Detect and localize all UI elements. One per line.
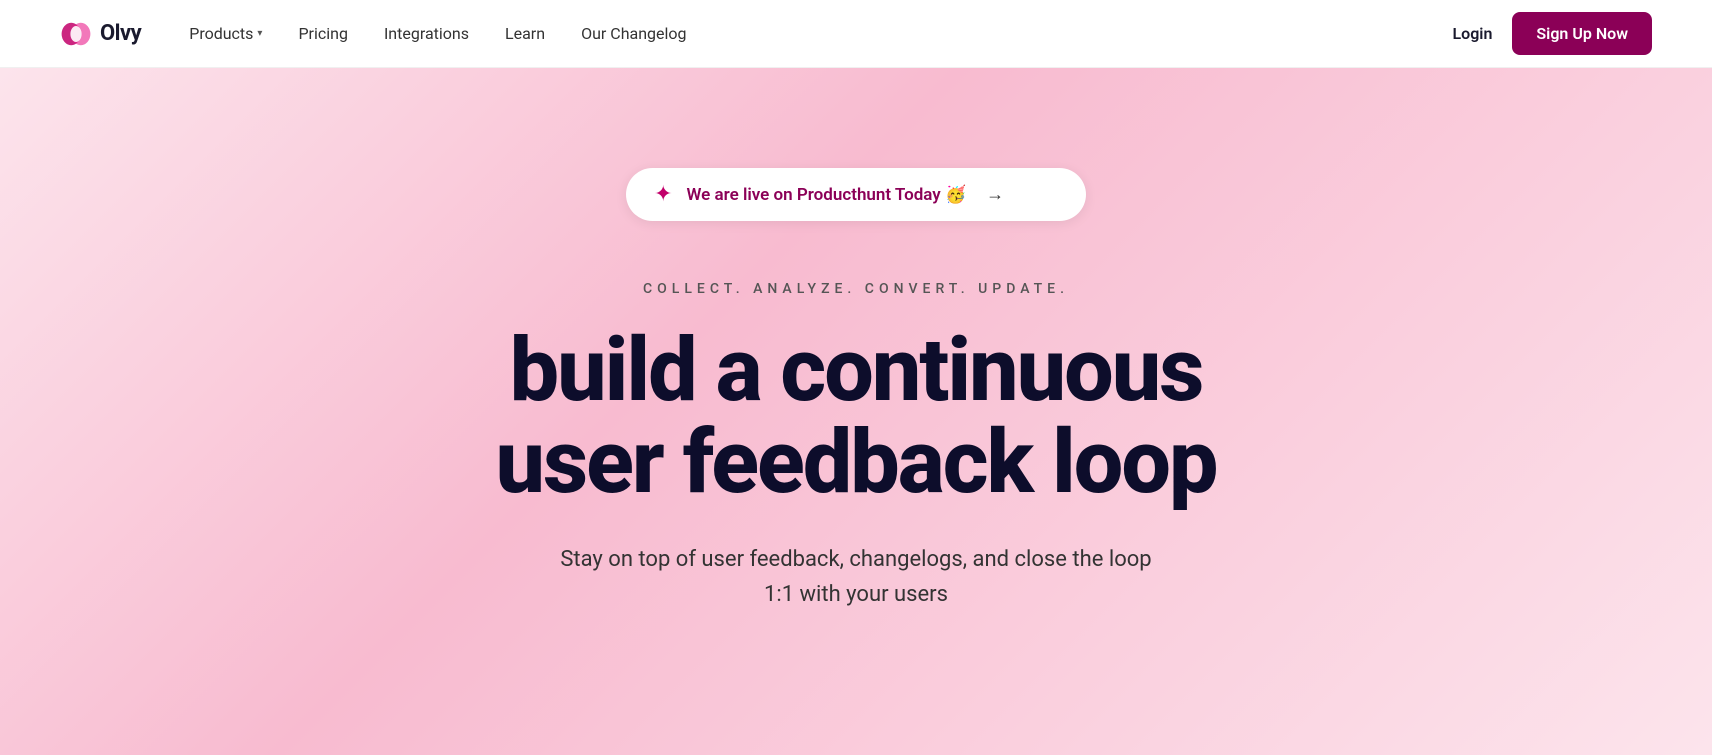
signup-button[interactable]: Sign Up Now [1512, 12, 1652, 55]
announcement-banner[interactable]: ✦ We are live on Producthunt Today 🥳 → [626, 168, 1086, 221]
olvy-logo-icon [60, 18, 92, 50]
nav-links: Products ▾ Pricing Integrations Learn [189, 24, 686, 43]
products-dropdown-chevron: ▾ [257, 28, 262, 39]
hero-headline-line2: user feedback loop [496, 411, 1217, 514]
hero-headline: build a continuous user feedback loop [496, 325, 1217, 510]
logo-text: Olvy [100, 21, 141, 46]
nav-item-integrations[interactable]: Integrations [384, 24, 469, 43]
hero-subheadline: Stay on top of user feedback, changelogs… [546, 542, 1166, 612]
nav-link-pricing[interactable]: Pricing [298, 24, 348, 43]
navbar-left: Olvy Products ▾ Pricing Integrations [60, 18, 687, 50]
nav-link-changelog[interactable]: Our Changelog [581, 24, 686, 43]
announcement-arrow-icon: → [986, 184, 1004, 205]
hero-headline-line1: build a continuous [510, 319, 1203, 422]
logo[interactable]: Olvy [60, 18, 141, 50]
hero-section: ✦ We are live on Producthunt Today 🥳 → C… [0, 68, 1712, 755]
nav-item-learn[interactable]: Learn [505, 24, 545, 43]
announcement-text: We are live on Producthunt Today 🥳 [686, 185, 966, 205]
nav-link-learn[interactable]: Learn [505, 24, 545, 43]
hero-tagline: COLLECT. ANALYZE. CONVERT. UPDATE. [643, 281, 1069, 297]
nav-item-products[interactable]: Products ▾ [189, 24, 262, 43]
sparkle-icon: ✦ [654, 182, 672, 207]
nav-link-products[interactable]: Products ▾ [189, 24, 262, 43]
navbar: Olvy Products ▾ Pricing Integrations [0, 0, 1712, 68]
nav-link-integrations[interactable]: Integrations [384, 24, 469, 43]
nav-item-pricing[interactable]: Pricing [298, 24, 348, 43]
nav-item-changelog[interactable]: Our Changelog [581, 24, 686, 43]
login-button[interactable]: Login [1452, 24, 1492, 43]
navbar-right: Login Sign Up Now [1452, 12, 1652, 55]
